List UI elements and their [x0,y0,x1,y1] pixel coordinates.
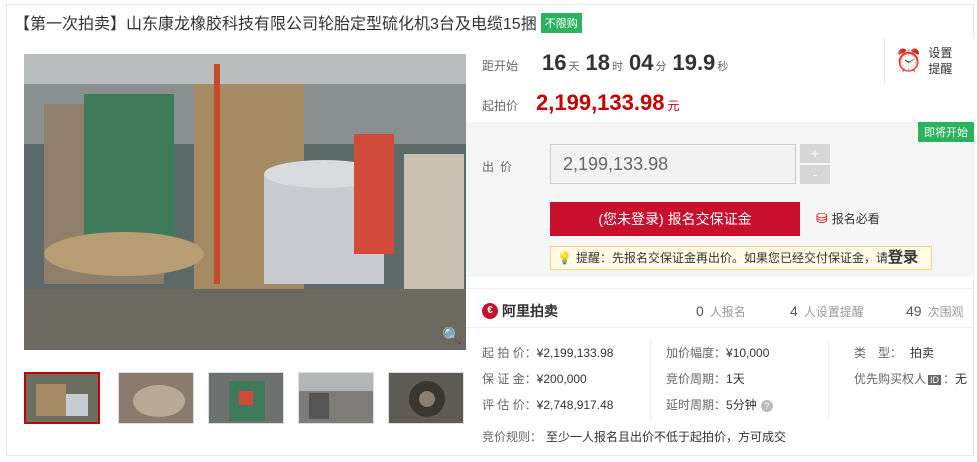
stat-registered-label: 人报名 [709,305,746,319]
set-reminder-button[interactable]: ⏰ 设置提醒 [884,38,974,84]
title-text: 【第一次拍卖】山东康龙橡胶科技有限公司轮胎定型硫化机3台及电缆15捆 [14,16,537,33]
auction-details: 起 拍 价：¥2,199,133.98 保 证 金：¥200,000 评 估 价… [466,328,974,456]
detail-value: ¥2,199,133.98 [536,346,614,360]
timer-section: 距开始 16 天 18 时 04 分 19.9 秒 起拍价 2,199,133.… [466,38,974,122]
page-title: 【第一次拍卖】山东康龙橡胶科技有限公司轮胎定型硫化机3台及电缆15捆 不限购 [14,10,582,34]
detail-deposit: 保 证 金：¥200,000 [482,370,587,387]
detail-label: 评 估 价： [482,398,537,412]
detail-label: 类 型： [854,346,903,360]
must-see-label: 报名必看 [831,212,880,226]
detail-label: 加价幅度： [666,346,727,360]
minutes-unit: 分 [655,61,667,73]
bid-label: 出价 [482,160,519,174]
thumbnail-5[interactable] [388,372,464,424]
detail-rule: 竞价规则： 至少一人报名且出价不低于起拍价，方可成交 [482,428,786,445]
detail-appraisal: 评 估 价：¥2,748,917.48 [482,396,613,413]
detail-start-price: 起 拍 价：¥2,199,133.98 [482,344,613,361]
divider [650,340,651,420]
countdown-label: 距开始 [482,59,519,73]
ali-logo-icon: € [482,303,498,319]
detail-label: 起 拍 价： [482,346,537,360]
no-limit-tag: 不限购 [540,13,582,33]
stat-views-label: 次围观 [927,305,964,319]
detail-label: 竞价周期： [666,372,727,386]
bid-plus-button[interactable]: + [800,144,830,163]
detail-value: 无 [955,372,968,386]
stat-reminders: 4 人设置提醒 [790,303,864,320]
detail-priority: 优先购买权人 ID ：无 [854,372,968,386]
stat-registered-num: 0 [696,303,704,319]
main-product-image[interactable]: 🔍 [24,54,466,350]
thumbnail-4[interactable] [298,372,374,424]
bid-box: 即将开始 出价 2,199,133.98 + - (您未登录) 报名交保证金 ⛁… [466,122,974,277]
countdown-days: 16 [542,50,567,75]
detail-value: ¥2,748,917.48 [536,398,614,412]
seconds-unit: 秒 [717,61,729,73]
divider [828,340,829,420]
detail-value: 5分钟 [726,398,757,412]
days-unit: 天 [568,61,580,73]
bid-price-input[interactable]: 2,199,133.98 [550,144,796,184]
login-tip: 💡 提醒：先报名交保证金再出价。如果您已经交付保证金，请登录 [550,246,932,270]
start-price: 起拍价 2,199,133.98 元 [482,90,680,116]
detail-label: 优先购买权人 [854,372,927,386]
thumbnail-2[interactable] [118,372,194,424]
countdown: 距开始 16 天 18 时 04 分 19.9 秒 [482,50,728,76]
detail-extension: 延时周期：5分钟? [666,396,773,413]
machinery-photo [24,54,466,350]
stat-registered: 0 人报名 [696,303,746,320]
bid-stepper: + - [800,144,830,186]
status-badge: 即将开始 [918,122,974,142]
detail-value: 至少一人报名且出价不低于起拍价，方可成交 [546,430,787,444]
detail-value: 1天 [726,372,745,386]
detail-value: 拍卖 [910,346,935,360]
detail-label: 竞价规则： [482,430,543,444]
bid-minus-button[interactable]: - [800,165,830,184]
detail-value: ¥10,000 [726,346,770,360]
thumbnail-1[interactable] [24,372,100,424]
countdown-seconds: 19.9 [672,50,716,75]
lightbulb-icon: 💡 [557,251,572,265]
tip-text: 提醒：先报名交保证金再出价。如果您已经交付保证金，请 [575,251,888,265]
detail-increment: 加价幅度：¥10,000 [666,344,769,361]
stat-reminders-num: 4 [790,303,798,319]
id-card-icon: ID [928,375,942,385]
platform-name: 阿里拍卖 [502,303,558,319]
start-price-value: 2,199,133.98 [536,90,665,115]
countdown-minutes: 04 [628,50,654,75]
detail-type: 类 型： 拍卖 [854,344,934,361]
stat-reminders-label: 人设置提醒 [803,305,864,319]
start-price-label: 起拍价 [482,99,519,113]
start-price-unit: 元 [667,99,680,113]
ali-auction-logo: € 阿里拍卖 [482,301,558,321]
stat-views-num: 49 [906,303,922,319]
auction-panel: 距开始 16 天 18 时 04 分 19.9 秒 起拍价 2,199,133.… [466,38,974,456]
hours-unit: 时 [611,61,623,73]
stat-views: 49 次围观 [906,303,964,320]
must-see-link[interactable]: ⛁ 报名必看 [816,210,880,227]
detail-cycle: 竞价周期：1天 [666,370,745,387]
set-reminder-label: 设置提醒 [928,46,953,76]
question-icon[interactable]: ? [760,400,773,412]
detail-label: 保 证 金： [482,372,537,386]
coin-stack-icon: ⛁ [816,210,828,226]
register-deposit-button[interactable]: (您未登录) 报名交保证金 [550,202,800,236]
countdown-hours: 18 [585,50,610,75]
thumbnail-3[interactable] [208,372,284,424]
magnifier-icon[interactable]: 🔍 [442,326,462,346]
alarm-clock-icon: ⏰ [895,48,923,73]
login-link[interactable]: 登录 [888,249,918,266]
detail-value: ¥200,000 [536,372,587,386]
stats-bar: € 阿里拍卖 0 人报名 4 人设置提醒 49 次围观 [466,288,974,328]
detail-label: 延时周期： [666,398,727,412]
